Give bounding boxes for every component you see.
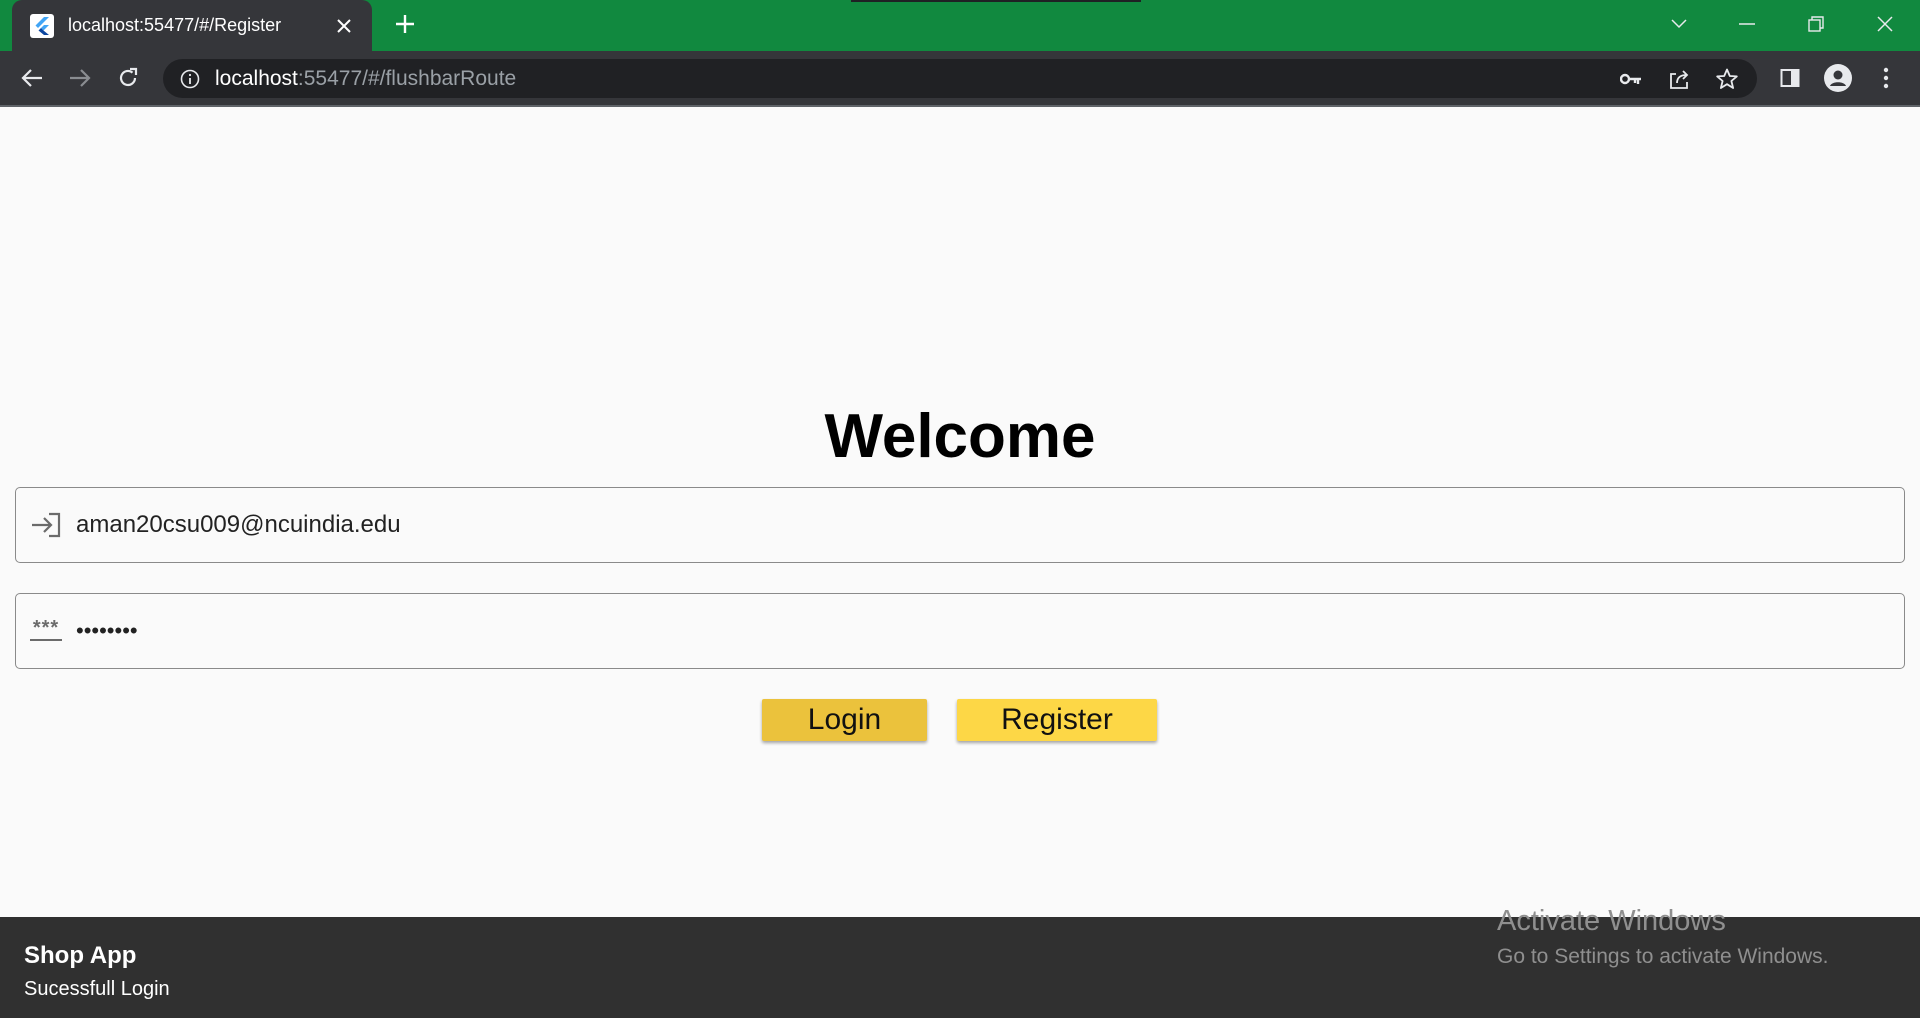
plus-icon[interactable] [390, 11, 420, 41]
password-input[interactable]: •••••••• [76, 601, 1904, 661]
login-icon [30, 509, 62, 541]
url-path: :55477/#/flushbarRoute [297, 66, 517, 90]
activation-watermark-title: Activate Windows [1497, 905, 1726, 937]
side-panel-icon[interactable] [1772, 60, 1808, 96]
share-icon[interactable] [1667, 67, 1691, 91]
email-field[interactable] [15, 487, 1905, 563]
back-arrow-icon[interactable] [14, 60, 50, 96]
close-icon[interactable] [1862, 6, 1908, 42]
browser-tab[interactable]: localhost:55477/#/Register [12, 0, 372, 51]
password-icon: *** [30, 615, 62, 647]
flutter-logo-icon [30, 13, 54, 38]
info-icon[interactable] [179, 68, 201, 90]
kebab-menu-icon[interactable] [1868, 60, 1904, 96]
minimize-icon[interactable] [1724, 6, 1770, 42]
register-button[interactable]: Register [957, 699, 1157, 741]
tab-title: localhost:55477/#/Register [68, 15, 282, 35]
close-icon[interactable] [330, 12, 358, 40]
forward-arrow-icon[interactable] [62, 60, 98, 96]
address-bar[interactable]: localhost:55477/#/flushbarRoute [163, 59, 1757, 98]
app-page: Welcome *** •••••••• Login Register [0, 107, 1920, 917]
url-host: localhost [215, 66, 298, 90]
reload-icon[interactable] [110, 60, 146, 96]
password-field[interactable]: *** •••••••• [15, 593, 1905, 669]
page-title: Welcome [824, 402, 1096, 471]
tab-strip-indicator [851, 0, 1141, 2]
profile-icon[interactable] [1820, 60, 1856, 96]
flushbar-message: Sucessfull Login [24, 978, 170, 1000]
password-icon-glyph: *** [32, 617, 60, 639]
flushbar-title: Shop App [24, 942, 137, 969]
star-icon[interactable] [1715, 67, 1739, 91]
tab-strip: localhost:55477/#/Register [0, 0, 1920, 51]
email-input[interactable] [76, 495, 1904, 555]
key-icon[interactable] [1619, 67, 1643, 91]
activation-watermark-subtitle: Go to Settings to activate Windows. [1497, 945, 1829, 968]
restore-icon[interactable] [1793, 6, 1839, 42]
browser-toolbar: localhost:55477/#/flushbarRoute [0, 51, 1920, 105]
login-button[interactable]: Login [762, 699, 927, 741]
chevron-down-icon[interactable] [1656, 6, 1702, 42]
